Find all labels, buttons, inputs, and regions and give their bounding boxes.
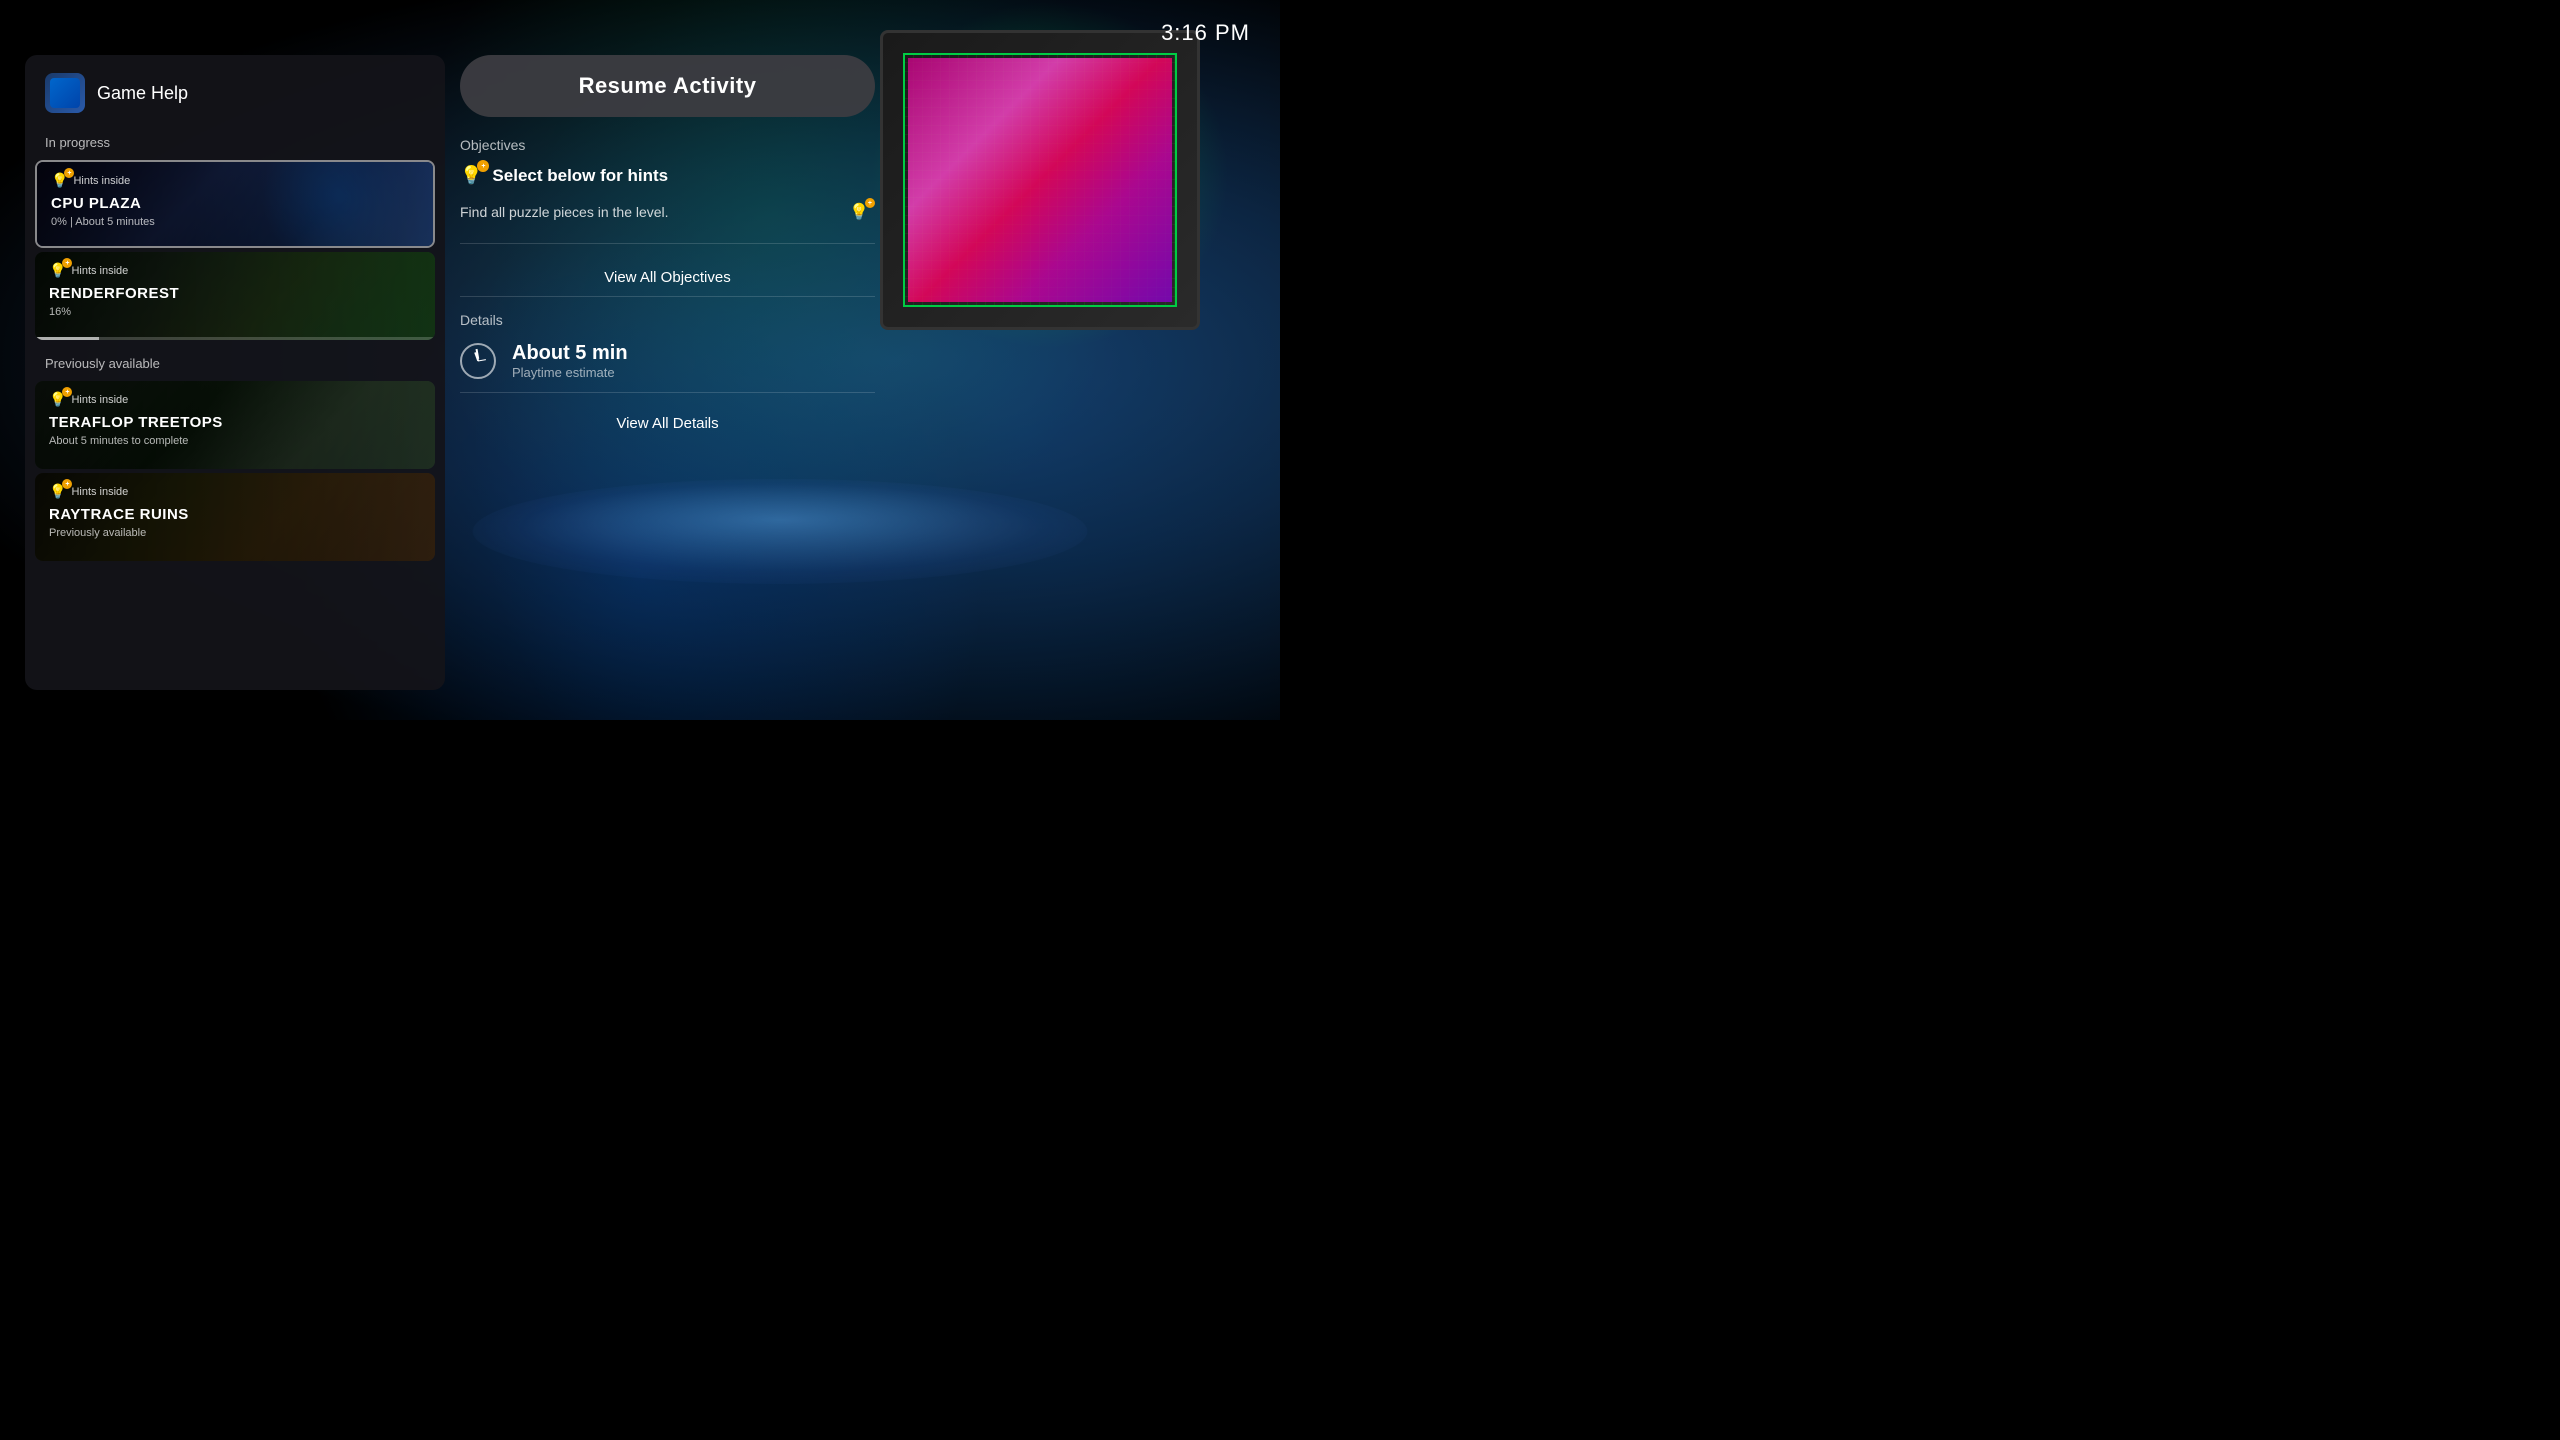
hints-badge-teraflop: 💡 + Hints inside xyxy=(49,391,421,408)
in-progress-label: In progress xyxy=(25,127,445,156)
clock-icon xyxy=(460,343,496,379)
card-content-render: 💡 + Hints inside RENDERFOREST 16% xyxy=(35,252,435,340)
details-divider xyxy=(460,392,875,393)
card-name-teraflop: TERAFLOP TREETOPS xyxy=(49,414,421,432)
progress-bar-render xyxy=(35,337,435,340)
card-sub-teraflop: About 5 minutes to complete xyxy=(49,435,421,447)
clock-display: 3:16 PM xyxy=(1161,20,1250,46)
right-panel: Resume Activity Objectives 💡 + Select be… xyxy=(460,55,875,690)
previously-available-label: Previously available xyxy=(25,348,445,377)
hint-plus-badge: + xyxy=(865,198,875,208)
hints-badge-cpu: 💡 + Hints inside xyxy=(51,172,419,189)
view-all-objectives-button[interactable]: View All Objectives xyxy=(460,259,875,296)
game-help-panel: Game Help In progress 💡 + Hints inside C… xyxy=(25,55,445,690)
objective-primary-text: Select below for hints xyxy=(492,166,668,186)
hints-text-teraflop: Hints inside xyxy=(71,394,128,406)
details-section: Details About 5 min Playtime estimate xyxy=(460,296,875,405)
game-icon xyxy=(45,73,85,113)
progress-fill-render xyxy=(35,337,99,340)
detail-time-item: About 5 min Playtime estimate xyxy=(460,342,875,380)
lightbulb-icon-teraflop: 💡 + xyxy=(49,391,66,408)
bg-game-screen xyxy=(880,30,1200,330)
activity-card-cpu-plaza[interactable]: 💡 + Hints inside CPU PLAZA 0% | About 5 … xyxy=(35,160,435,248)
card-sub-render: 16% xyxy=(49,306,421,318)
bg-screen-display xyxy=(908,58,1172,302)
objective-sub-row: Find all puzzle pieces in the level. 💡 + xyxy=(460,196,875,228)
card-name-render: RENDERFOREST xyxy=(49,285,421,303)
activity-card-teraflop[interactable]: 💡 + Hints inside TERAFLOP TREETOPS About… xyxy=(35,381,435,469)
card-sub-cpu: 0% | About 5 minutes xyxy=(51,216,419,228)
card-content-raytrace: 💡 + Hints inside RAYTRACE RUINS Previous… xyxy=(35,473,435,561)
hints-text-render: Hints inside xyxy=(71,265,128,277)
card-content-cpu: 💡 + Hints inside CPU PLAZA 0% | About 5 … xyxy=(37,162,433,246)
card-name-cpu: CPU PLAZA xyxy=(51,195,419,213)
clock-hand-minute xyxy=(478,359,486,361)
hints-text-raytrace: Hints inside xyxy=(71,486,128,498)
lightbulb-icon-render: 💡 + xyxy=(49,262,66,279)
detail-time-sub: Playtime estimate xyxy=(512,365,628,380)
clock-face xyxy=(468,351,488,371)
objective-plus-badge: + xyxy=(477,160,489,172)
hint-lightbulb-icon: 💡 + xyxy=(849,202,869,222)
hints-text-cpu: Hints inside xyxy=(73,175,130,187)
detail-time-main: About 5 min xyxy=(512,342,628,365)
objective-description: Find all puzzle pieces in the level. xyxy=(460,204,843,220)
activity-card-raytrace[interactable]: 💡 + Hints inside RAYTRACE RUINS Previous… xyxy=(35,473,435,561)
view-all-details-button[interactable]: View All Details xyxy=(460,405,875,442)
panel-header: Game Help xyxy=(25,55,445,127)
hints-badge-raytrace: 💡 + Hints inside xyxy=(49,483,421,500)
detail-text-block: About 5 min Playtime estimate xyxy=(512,342,628,380)
details-title: Details xyxy=(460,312,875,328)
objective-primary-item: 💡 + Select below for hints xyxy=(460,165,875,186)
panel-title: Game Help xyxy=(97,83,188,104)
game-icon-inner xyxy=(50,78,80,108)
objective-lightbulb-icon: 💡 + xyxy=(460,165,482,186)
hints-badge-render: 💡 + Hints inside xyxy=(49,262,421,279)
hint-icon-button[interactable]: 💡 + xyxy=(843,196,875,228)
objectives-section: Objectives 💡 + Select below for hints Fi… xyxy=(460,137,875,244)
lightbulb-icon-raytrace: 💡 + xyxy=(49,483,66,500)
card-content-teraflop: 💡 + Hints inside TERAFLOP TREETOPS About… xyxy=(35,381,435,469)
card-name-raytrace: RAYTRACE RUINS xyxy=(49,506,421,524)
activity-card-renderforest[interactable]: 💡 + Hints inside RENDERFOREST 16% xyxy=(35,252,435,340)
objectives-title: Objectives xyxy=(460,137,875,153)
resume-activity-button[interactable]: Resume Activity xyxy=(460,55,875,117)
card-sub-raytrace: Previously available xyxy=(49,527,421,539)
lightbulb-icon-cpu: 💡 + xyxy=(51,172,68,189)
